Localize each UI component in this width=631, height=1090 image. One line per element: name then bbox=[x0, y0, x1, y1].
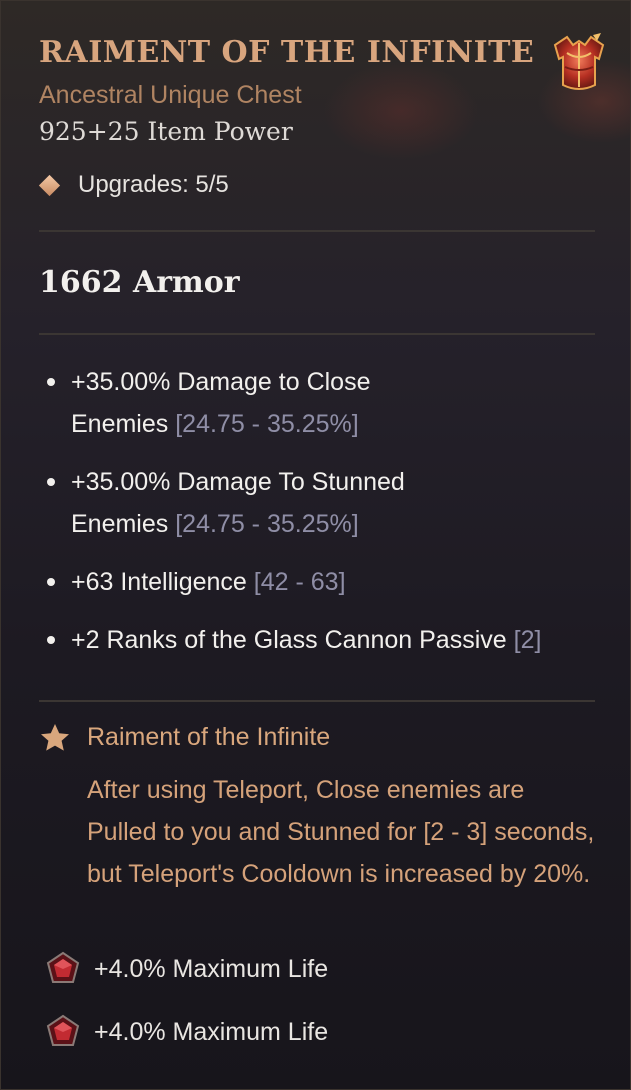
star-icon bbox=[41, 724, 69, 751]
upgrades-count: Upgrades: 5/5 bbox=[78, 171, 229, 198]
affix-range: [2] bbox=[513, 626, 542, 654]
ruby-gem-icon bbox=[46, 1014, 80, 1046]
ruby-gem-icon bbox=[46, 951, 80, 983]
armor-value: 1662 Armor bbox=[39, 265, 240, 300]
divider bbox=[39, 700, 595, 702]
divider bbox=[39, 230, 595, 232]
affix-item: +35.00% Damage to Close Enemies [24.75 -… bbox=[39, 361, 436, 445]
item-power: 925+25 Item Power bbox=[39, 117, 293, 146]
upgrades-row: Upgrades: 5/5 bbox=[38, 171, 229, 199]
unique-power-description: After using Teleport, Close enemies are … bbox=[87, 776, 595, 888]
affix-range: [24.75 - 35.25%] bbox=[175, 510, 359, 538]
affix-text: +63 Intelligence bbox=[71, 568, 247, 596]
divider bbox=[39, 333, 595, 335]
affix-range: [42 - 63] bbox=[253, 568, 346, 596]
affix-item: +63 Intelligence [42 - 63] bbox=[39, 561, 595, 603]
affix-item: +35.00% Damage To Stunned Enemies [24.75… bbox=[39, 461, 466, 545]
item-tooltip: RAIMENT OF THE INFINITE Ancestral Unique… bbox=[0, 0, 631, 1090]
item-type: Ancestral Unique Chest bbox=[39, 81, 302, 109]
socket-row: +4.0% Maximum Life bbox=[45, 1014, 328, 1050]
affix-list: +35.00% Damage to Close Enemies [24.75 -… bbox=[39, 361, 595, 661]
socket-row: +4.0% Maximum Life bbox=[45, 951, 328, 987]
chest-armor-icon bbox=[553, 33, 605, 90]
upgrade-diamond-icon bbox=[38, 174, 61, 196]
socket-text: +4.0% Maximum Life bbox=[94, 1017, 329, 1046]
affix-item: +2 Ranks of the Glass Cannon Passive [2] bbox=[39, 619, 595, 661]
item-name: RAIMENT OF THE INFINITE bbox=[39, 35, 535, 70]
affix-text: +2 Ranks of the Glass Cannon Passive bbox=[71, 626, 507, 654]
socket-text: +4.0% Maximum Life bbox=[94, 954, 329, 983]
affix-range: [24.75 - 35.25%] bbox=[175, 410, 359, 438]
unique-power-name: Raiment of the Infinite bbox=[87, 723, 331, 751]
